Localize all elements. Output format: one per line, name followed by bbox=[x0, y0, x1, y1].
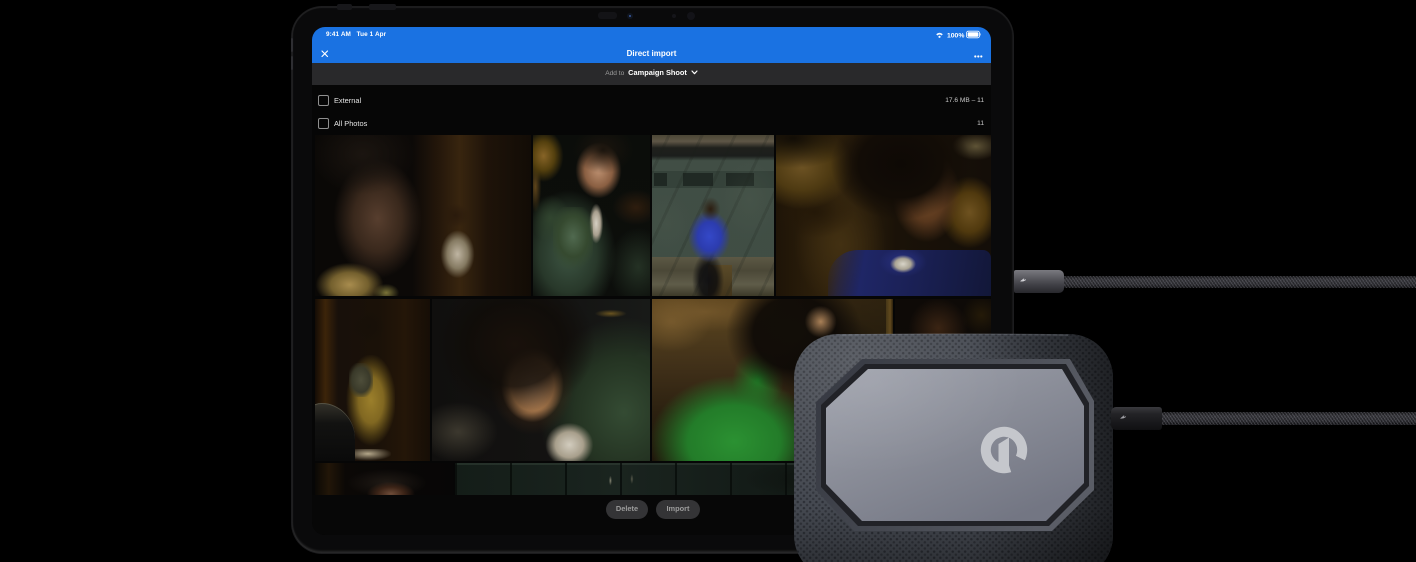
svg-text:100%: 100% bbox=[947, 33, 964, 40]
